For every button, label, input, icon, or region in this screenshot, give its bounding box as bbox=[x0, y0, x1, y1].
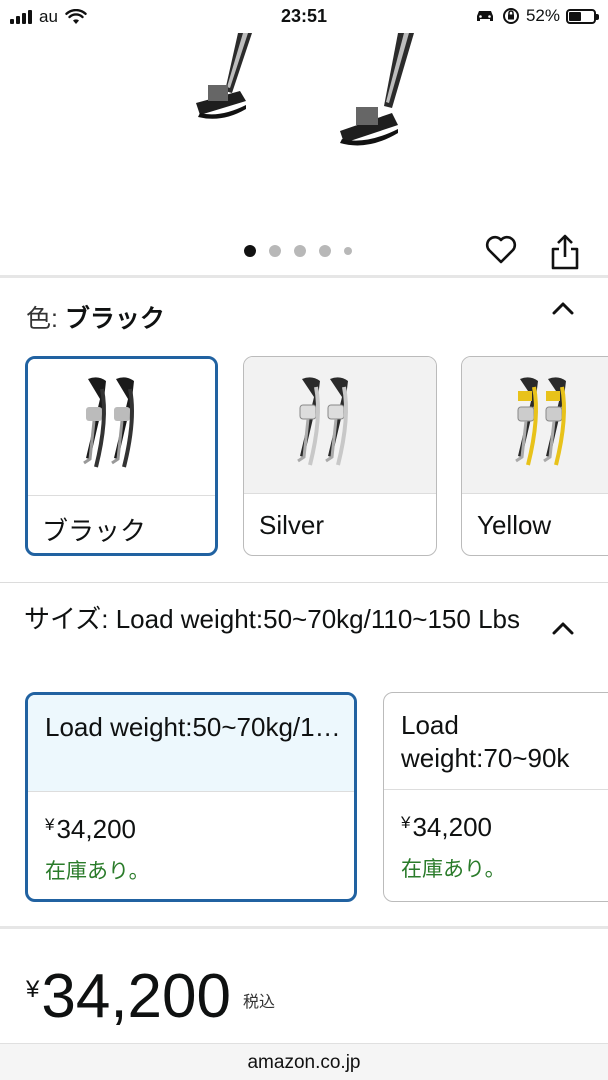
section-divider bbox=[0, 275, 608, 278]
product-image-carousel[interactable] bbox=[0, 33, 608, 275]
size-selected-value: Load weight:50~70kg/110~150 Lbs bbox=[115, 604, 520, 634]
stilt-thumbnail-black bbox=[83, 377, 134, 468]
product-image bbox=[196, 33, 414, 146]
color-option-yellow[interactable]: Yellow bbox=[461, 356, 608, 556]
battery-percent: 52% bbox=[525, 6, 560, 25]
size-option-1[interactable]: Load weight:50~70kg/1… ¥34,200 在庫あり。 bbox=[25, 692, 357, 902]
size-label-key: サイズ: bbox=[24, 604, 109, 634]
product-price: ¥ 34,200 税込 bbox=[26, 962, 275, 1032]
size-option-stock: 在庫あり。 bbox=[45, 860, 150, 883]
car-icon bbox=[476, 11, 493, 21]
orientation-lock-icon bbox=[502, 8, 519, 24]
section-divider bbox=[0, 926, 608, 929]
size-option-price-value: 34,200 bbox=[56, 814, 136, 844]
size-option-stock: 在庫あり。 bbox=[401, 858, 506, 881]
carousel-dot[interactable] bbox=[294, 245, 306, 257]
carousel-dot[interactable] bbox=[269, 245, 281, 257]
color-option-image bbox=[28, 359, 215, 496]
battery-fill bbox=[569, 11, 582, 21]
size-option-2[interactable]: Load weight:70~90k ¥34,200 在庫あり。 bbox=[383, 692, 608, 902]
color-variation-label: 色: ブラック bbox=[26, 299, 165, 335]
color-option-image bbox=[462, 357, 608, 494]
size-option-title-text: Load weight:70~90k bbox=[401, 710, 570, 773]
size-option-price: ¥34,200 bbox=[384, 790, 608, 843]
color-option-silver[interactable]: Silver bbox=[243, 356, 437, 556]
color-label-key: 色: bbox=[26, 305, 58, 333]
size-variation-label: サイズ: Load weight:50~70kg/110~150 Lbs bbox=[24, 603, 524, 636]
carousel-dot[interactable] bbox=[319, 245, 331, 257]
currency-symbol: ¥ bbox=[401, 813, 411, 832]
color-option-name: Silver bbox=[259, 510, 325, 540]
chevron-up-icon[interactable] bbox=[552, 621, 574, 635]
color-selected-value: ブラック bbox=[64, 305, 165, 333]
color-option-black[interactable]: ブラック bbox=[25, 356, 218, 556]
status-right: 52% bbox=[474, 6, 599, 26]
heart-icon[interactable] bbox=[484, 233, 518, 267]
size-option-title: Load weight:50~70kg/1… bbox=[28, 695, 354, 792]
browser-url-bar[interactable]: amazon.co.jp bbox=[0, 1043, 608, 1080]
carousel-dot[interactable] bbox=[244, 245, 256, 257]
color-option-image bbox=[244, 357, 436, 494]
tax-note: 税込 bbox=[243, 994, 276, 1011]
carousel-dots bbox=[244, 245, 352, 257]
url-text: amazon.co.jp bbox=[247, 1052, 361, 1073]
carousel-dot[interactable] bbox=[344, 247, 352, 255]
chevron-up-icon[interactable] bbox=[552, 301, 574, 315]
status-bar: au 23:51 52% bbox=[0, 0, 608, 33]
color-option-name: ブラック bbox=[42, 516, 147, 546]
stilt-thumbnail-yellow bbox=[515, 377, 566, 466]
section-divider bbox=[0, 582, 608, 583]
size-option-price: ¥34,200 bbox=[28, 792, 354, 845]
battery-icon bbox=[566, 8, 599, 24]
currency-symbol: ¥ bbox=[45, 815, 55, 834]
stilt-thumbnail-silver bbox=[297, 377, 348, 466]
share-icon[interactable] bbox=[549, 233, 581, 271]
size-option-price-value: 34,200 bbox=[412, 812, 492, 842]
price-amount: 34,200 bbox=[41, 962, 231, 1031]
color-option-name: Yellow bbox=[477, 510, 552, 540]
size-option-title: Load weight:70~90k bbox=[384, 693, 608, 790]
size-option-title-text: Load weight:50~70kg/1… bbox=[45, 712, 341, 742]
currency-symbol: ¥ bbox=[26, 976, 40, 1003]
